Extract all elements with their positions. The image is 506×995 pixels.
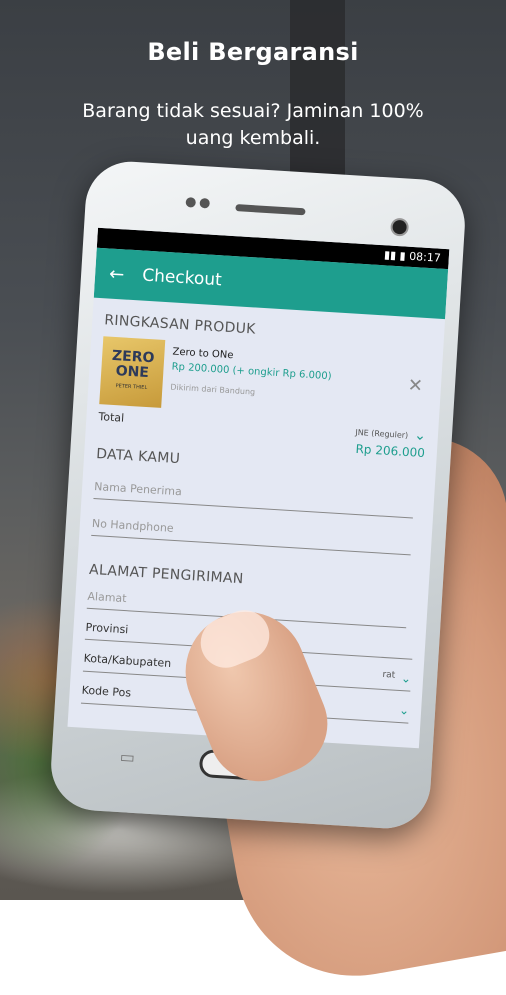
promo-subtitle-line1: Barang tidak sesuai? Jaminan 100% [82,100,424,122]
book-cover-author: PETER THIEL [115,382,148,391]
signal-icon: ▮▮ ▮ [383,248,410,263]
sensor-dot [185,197,197,208]
province-label: Provinsi [85,620,129,637]
city-label: Kota/Kabupaten [83,651,172,671]
product-info: Zero to ONe Rp 200.000 (+ ongkir Rp 6.00… [169,341,333,419]
chevron-down-icon[interactable]: ⌄ [401,671,412,686]
page-title: Checkout [141,265,223,291]
close-icon[interactable]: ✕ [407,375,423,397]
product-origin: Dikirim dari Bandung [170,382,256,397]
total-label: Total [98,409,125,425]
promo-subtitle-line2: uang kembali. [185,127,321,149]
book-cover-image: ZERO ONE PETER THIEL [99,336,166,408]
front-camera [390,217,410,237]
city-value: rat [382,669,396,681]
courier-select-value[interactable]: JNE (Reguler) [355,427,408,439]
sensor-dot [199,197,211,209]
postal-code-label: Kode Pos [81,683,132,700]
chevron-down-icon[interactable]: ⌄ [414,427,427,444]
phone-number-input[interactable]: No Handphone [91,512,412,556]
status-time: 08:17 [408,249,442,265]
promo-title: Beli Bergaransi [147,38,359,66]
earpiece-speaker [235,204,306,216]
arrow-back-icon[interactable]: ← [109,263,125,285]
promo-subtitle: Barang tidak sesuai? Jaminan 100% uang k… [0,98,506,152]
chevron-down-icon[interactable]: ⌄ [399,703,410,718]
recent-apps-icon[interactable]: ▭ [119,747,135,767]
recipient-name-input[interactable]: Nama Penerima [93,476,415,519]
